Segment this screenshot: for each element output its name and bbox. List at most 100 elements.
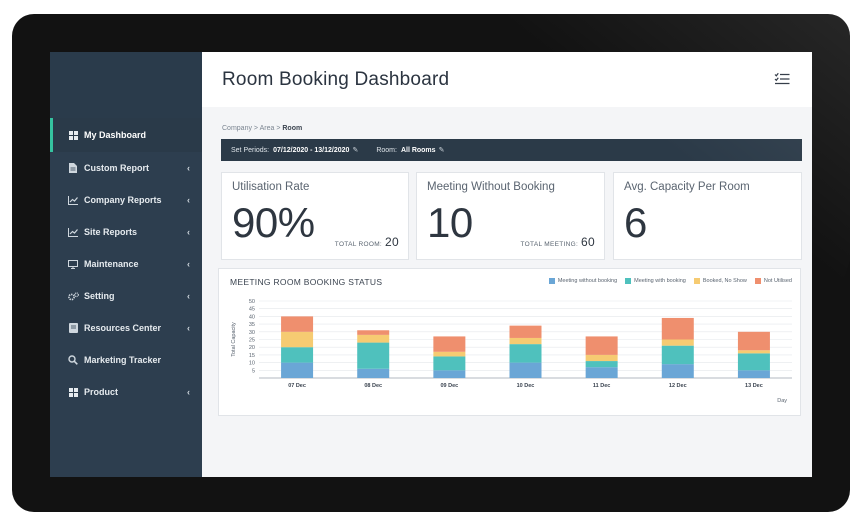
grid-icon	[67, 130, 79, 140]
sidebar-item-my-dashboard[interactable]: My Dashboard	[50, 118, 202, 152]
sidebar-item-resources-center[interactable]: Resources Center ‹	[50, 312, 202, 344]
pencil-icon[interactable]: ✎	[352, 146, 358, 154]
sidebar-logo-area	[50, 52, 202, 118]
card-subtotal: TOTAL ROOM: 20	[335, 235, 399, 249]
bar-segment-not-utilised	[737, 331, 770, 351]
bar-segment-booked-no-show	[433, 351, 466, 357]
page-title: Room Booking Dashboard	[222, 68, 450, 90]
tablet-frame: My Dashboard Custom Report ‹ Company Report…	[12, 14, 850, 512]
breadcrumb-separator: >	[276, 125, 281, 132]
sidebar-item-setting[interactable]: Setting ‹	[50, 280, 202, 312]
period-label: Set Periods:	[231, 146, 270, 154]
y-tick-label: 25	[249, 338, 255, 344]
y-tick-label: 40	[249, 314, 255, 320]
bar-segment-meeting-without-booking	[281, 362, 314, 378]
chevron-left-icon[interactable]: ‹	[187, 227, 190, 237]
bar-segment-booked-no-show	[281, 331, 314, 348]
period-value[interactable]: 07/12/2020 - 13/12/2020	[273, 147, 349, 154]
bar-segment-meeting-without-booking	[509, 362, 542, 378]
filter-bar: Set Periods: 07/12/2020 - 13/12/2020 ✎ R…	[221, 139, 802, 161]
bar-segment-meeting-without-booking	[357, 368, 390, 378]
room-value[interactable]: All Rooms	[401, 147, 436, 154]
bar-segment-meeting-with-booking	[661, 345, 694, 365]
book-icon	[67, 323, 79, 333]
chevron-left-icon[interactable]: ‹	[187, 291, 190, 301]
avg-capacity-card: Avg. Capacity Per Room 6	[613, 172, 802, 260]
sidebar-item-label: Site Reports	[84, 227, 138, 237]
card-title: Meeting Without Booking	[427, 181, 555, 193]
subtotal-value: 60	[581, 235, 595, 249]
sidebar-item-maintenance[interactable]: Maintenance ‹	[50, 248, 202, 280]
y-tick-label: 35	[249, 322, 255, 328]
sidebar: My Dashboard Custom Report ‹ Company Report…	[50, 52, 202, 477]
sidebar-item-marketing-tracker[interactable]: Marketing Tracker	[50, 344, 202, 376]
chevron-left-icon[interactable]: ‹	[187, 259, 190, 269]
bar-segment-not-utilised	[357, 330, 390, 335]
y-axis-label: Total Capacity	[231, 322, 237, 357]
sidebar-item-label: Marketing Tracker	[84, 355, 162, 365]
chevron-left-icon[interactable]: ‹	[187, 387, 190, 397]
bar-segment-booked-no-show	[737, 350, 770, 354]
sidebar-item-label: Setting	[84, 291, 115, 301]
x-tick-label: 10 Dec	[517, 383, 535, 389]
bar-segment-meeting-with-booking	[509, 344, 542, 363]
app-screen: My Dashboard Custom Report ‹ Company Report…	[50, 52, 812, 477]
chevron-left-icon[interactable]: ‹	[187, 323, 190, 333]
card-value: 90%	[232, 199, 315, 246]
breadcrumb-area[interactable]: Area	[260, 125, 275, 132]
breadcrumb: Company > Area > Room	[222, 125, 302, 132]
bar-segment-meeting-with-booking	[737, 353, 770, 371]
checklist-menu-icon[interactable]	[774, 72, 790, 86]
bar-segment-booked-no-show	[585, 354, 618, 362]
sidebar-item-custom-report[interactable]: Custom Report ‹	[50, 152, 202, 184]
sidebar-item-label: Maintenance	[84, 259, 139, 269]
bar-segment-meeting-without-booking	[433, 370, 466, 378]
sidebar-item-label: Product	[84, 387, 119, 397]
card-value: 10	[427, 199, 473, 246]
grid-icon	[67, 387, 79, 397]
card-subtotal: TOTAL MEETING: 60	[521, 235, 595, 249]
document-icon	[67, 163, 79, 173]
chevron-left-icon[interactable]: ‹	[187, 195, 190, 205]
sidebar-item-label: Custom Report	[84, 163, 149, 173]
breadcrumb-current: Room	[282, 125, 303, 132]
bar-segment-meeting-with-booking	[281, 347, 314, 363]
subtotal-label: TOTAL ROOM:	[334, 241, 383, 248]
x-tick-label: 13 Dec	[745, 383, 763, 389]
x-axis-label: Day	[777, 398, 787, 404]
x-tick-label: 12 Dec	[669, 383, 687, 389]
subtotal-label: TOTAL MEETING:	[520, 241, 579, 248]
sidebar-nav: My Dashboard Custom Report ‹ Company Report…	[50, 118, 202, 408]
bar-segment-meeting-without-booking	[585, 367, 618, 378]
bar-segment-meeting-without-booking	[661, 364, 694, 378]
y-tick-label: 45	[249, 307, 255, 313]
bar-segment-not-utilised	[281, 316, 314, 332]
bar-segment-not-utilised	[585, 336, 618, 355]
card-value: 6	[624, 199, 647, 246]
bar-segment-not-utilised	[509, 325, 542, 338]
main-content: Room Booking Dashboard Company > Area > …	[202, 52, 812, 477]
room-label: Room:	[376, 146, 397, 154]
page-header: Room Booking Dashboard	[202, 52, 812, 107]
line-chart-icon	[67, 195, 79, 205]
x-tick-label: 08 Dec	[364, 383, 382, 389]
sidebar-item-label: My Dashboard	[84, 130, 147, 140]
utilisation-rate-card: Utilisation Rate 90% TOTAL ROOM: 20	[221, 172, 409, 260]
x-tick-label: 11 Dec	[593, 383, 610, 389]
line-chart-icon	[67, 227, 79, 237]
card-title: Utilisation Rate	[232, 181, 310, 193]
sidebar-item-company-reports[interactable]: Company Reports ‹	[50, 184, 202, 216]
subtotal-value: 20	[385, 235, 399, 249]
sidebar-item-site-reports[interactable]: Site Reports ‹	[50, 216, 202, 248]
x-tick-label: 09 Dec	[440, 383, 458, 389]
pencil-icon[interactable]: ✎	[439, 146, 445, 154]
chevron-left-icon[interactable]: ‹	[187, 163, 190, 173]
search-icon	[67, 355, 79, 365]
breadcrumb-company[interactable]: Company	[222, 125, 252, 132]
gears-icon	[67, 291, 79, 301]
booking-status-chart: 5101520253035404550Total CapacityDay07 D…	[231, 299, 792, 404]
sidebar-item-product[interactable]: Product ‹	[50, 376, 202, 408]
bar-segment-booked-no-show	[357, 334, 390, 343]
y-tick-label: 5	[252, 368, 255, 374]
bar-segment-meeting-with-booking	[433, 356, 466, 371]
